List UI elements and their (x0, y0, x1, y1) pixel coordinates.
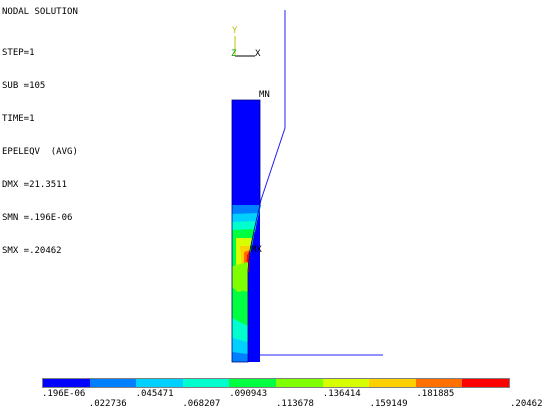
solution-info: STEP=1 SUB =105 TIME=1 EPELEQV (AVG) DMX… (2, 26, 78, 268)
coordinate-triad: Y Z X (231, 26, 261, 59)
triad-y-label: Y (232, 26, 238, 36)
model-viewport[interactable]: Y Z X (0, 0, 551, 375)
tool-outline (249, 10, 383, 356)
specimen-contour (231, 99, 261, 363)
legend-tick-top: .196E-06 (42, 389, 86, 399)
legend-swatch-5 (229, 379, 276, 387)
legend-swatch-3 (136, 379, 183, 387)
legend-tick-top: .045471 (135, 389, 174, 399)
contour-legend (42, 378, 510, 388)
legend-tick-bottom: .159149 (369, 399, 408, 409)
legend-swatch-6 (275, 379, 323, 387)
triad-x-label: X (255, 49, 261, 59)
time-label: TIME=1 (2, 114, 35, 124)
dmx-label: DMX =21.3511 (2, 180, 68, 190)
max-marker-label: MX (251, 245, 262, 255)
legend-tick-bottom: .022736 (88, 399, 127, 409)
smx-label: SMX =.20462 (2, 246, 62, 256)
legend-tick-top: .181885 (416, 389, 455, 399)
quantity-label: EPELEQV (AVG) (2, 147, 78, 157)
smn-label: SMN =.196E-06 (2, 213, 73, 223)
legend-swatch-4 (182, 379, 230, 387)
min-marker-label: MN (259, 90, 270, 100)
legend-tick-bottom: .068207 (182, 399, 221, 409)
legend-swatch-2 (89, 379, 137, 387)
legend-swatch-8 (369, 379, 416, 387)
legend-swatch-7 (322, 379, 370, 387)
substep-label: SUB =105 (2, 81, 46, 91)
legend-tick-bottom: .113678 (276, 399, 314, 409)
legend-tick-top: .090943 (229, 389, 268, 399)
legend-swatch-9 (415, 379, 463, 387)
triad-z-label: Z (231, 49, 237, 59)
step-label: STEP=1 (2, 48, 35, 58)
legend-swatch-10 (462, 379, 509, 387)
legend-swatch-1 (43, 379, 90, 387)
legend-tick-top: .136414 (322, 389, 361, 399)
contour-spot (234, 278, 244, 292)
legend-tick-bottom: .20462 (510, 399, 543, 409)
plot-title: NODAL SOLUTION (2, 7, 78, 17)
